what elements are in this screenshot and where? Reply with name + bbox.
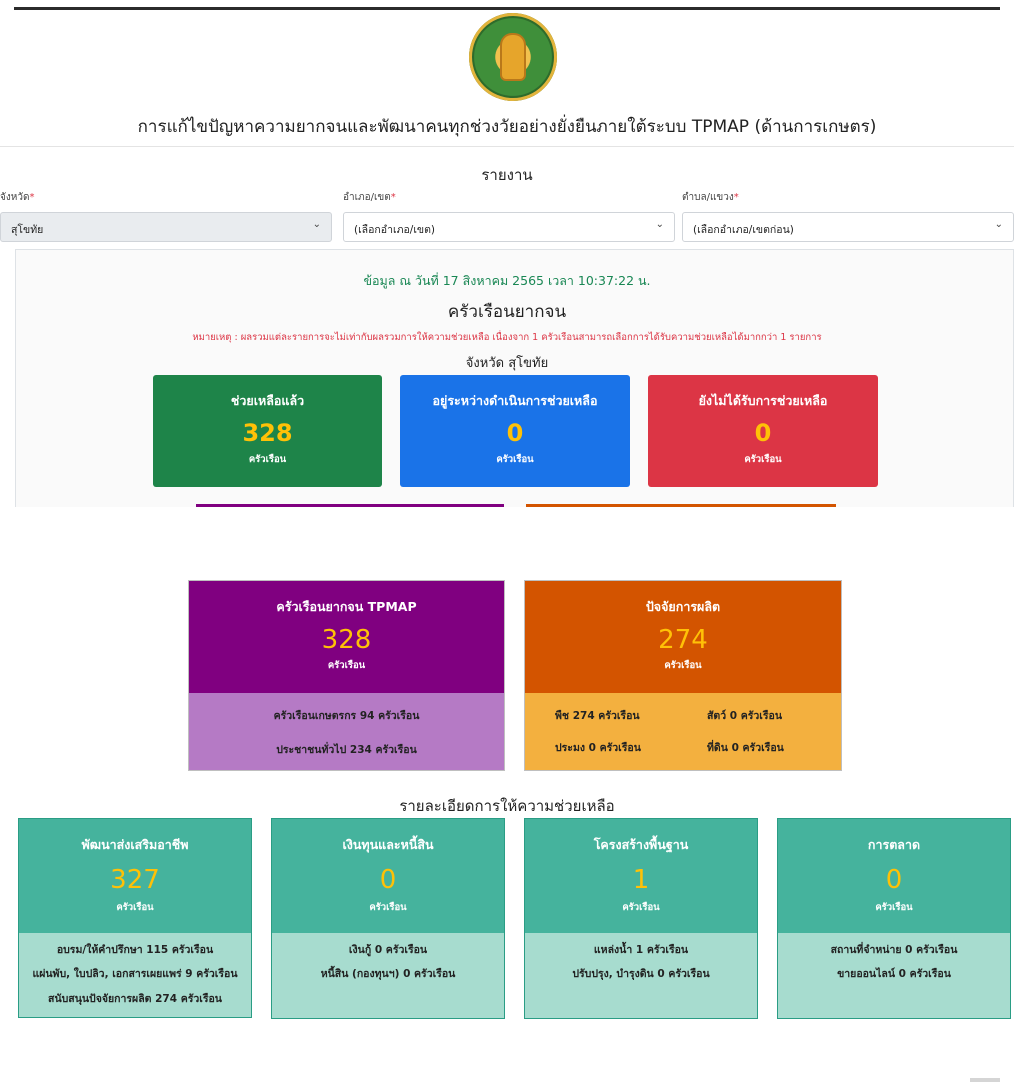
detail-line: แผ่นพับ, ใบปลิว, เอกสารเผยแพร่ 9 ครัวเรื… [32, 968, 238, 981]
production-card[interactable]: ปัจจัยการผลิต 274 ครัวเรือน พืช 274 ครัว… [524, 580, 842, 771]
detail-unit: ครัวเรือน [622, 902, 660, 914]
detail-card-breakdown: อบรม/ให้คำปรึกษา 115 ครัวเรือน แผ่นพับ, … [19, 933, 251, 1017]
tpmap-general-public: ประชาชนทั่วไป 234 ครัวเรือน [276, 744, 417, 756]
chevron-down-icon: ⌄ [312, 219, 321, 230]
stat-card-not-helped[interactable]: ยังไม่ได้รับการช่วยเหลือ 0 ครัวเรือน [648, 375, 878, 487]
subdistrict-select[interactable]: (เลือกอำเภอ/เขตก่อน) ⌄ [682, 212, 1014, 242]
production-value: 274 [658, 625, 708, 655]
detail-card-breakdown: แหล่งน้ำ 1 ครัวเรือน ปรับปรุง, บำรุงดิน … [525, 933, 757, 1018]
detail-card-breakdown: สถานที่จำหน่าย 0 ครัวเรือน ขายออนไลน์ 0 … [778, 933, 1010, 1018]
detail-value: 327 [110, 865, 160, 895]
chevron-down-icon: ⌄ [655, 219, 664, 230]
stat-value: 0 [506, 419, 524, 447]
production-label: ปัจจัยการผลิต [645, 599, 721, 614]
production-card-details: พืช 274 ครัวเรือน สัตว์ 0 ครัวเรือน ประม… [525, 693, 841, 770]
report-title: รายงาน [481, 166, 533, 184]
detail-unit: ครัวเรือน [875, 902, 913, 914]
province-label: จังหวัด* [0, 192, 35, 203]
detail-card-infrastructure[interactable]: โครงสร้างพื้นฐาน 1 ครัวเรือน แหล่งน้ำ 1 … [524, 818, 758, 1019]
detail-label: โครงสร้างพื้นฐาน [593, 837, 689, 852]
chevron-down-icon: ⌄ [994, 219, 1003, 230]
detail-label: การตลาด [867, 837, 921, 852]
detail-unit: ครัวเรือน [369, 902, 407, 914]
detail-unit: ครัวเรือน [116, 902, 154, 914]
ministry-seal-logo [469, 13, 557, 101]
detail-card-career[interactable]: พัฒนาส่งเสริมอาชีพ 327 ครัวเรือน อบรม/ให… [18, 818, 252, 1018]
detail-card-header: การตลาด 0 ครัวเรือน [778, 819, 1010, 933]
detail-value: 1 [632, 865, 650, 895]
detail-value: 0 [379, 865, 397, 895]
province-heading: จังหวัด สุโขทัย [465, 356, 549, 371]
stat-value: 328 [242, 419, 293, 447]
tpmap-value: 328 [321, 625, 372, 655]
production-card-header: ปัจจัยการผลิต 274 ครัวเรือน [525, 581, 841, 693]
stat-label: ยังไม่ได้รับการช่วยเหลือ [698, 393, 828, 408]
tpmap-card-header: ครัวเรือนยากจน TPMAP 328 ครัวเรือน [189, 581, 504, 693]
tpmap-unit: ครัวเรือน [327, 660, 366, 672]
top-border [14, 7, 1000, 10]
tpmap-farmer-households: ครัวเรือนเกษตรกร 94 ครัวเรือน [273, 710, 420, 722]
detail-card-funding-debt[interactable]: เงินทุนและหนี้สิน 0 ครัวเรือน เงินกู้ 0 … [271, 818, 505, 1019]
stat-unit: ครัวเรือน [248, 453, 287, 465]
district-select[interactable]: (เลือกอำเภอ/เขต) ⌄ [343, 212, 675, 242]
poor-households-title: ครัวเรือนยากจน [447, 302, 567, 322]
scroll-indicator [970, 1078, 1000, 1082]
stat-card-in-progress[interactable]: อยู่ระหว่างดำเนินการช่วยเหลือ 0 ครัวเรือ… [400, 375, 630, 487]
detail-line: แหล่งน้ำ 1 ครัวเรือน [593, 944, 689, 956]
stat-value: 0 [754, 419, 772, 447]
detail-line: เงินกู้ 0 ครัวเรือน [348, 944, 428, 956]
province-select-value: สุโขทัย [11, 224, 44, 236]
production-fishery: ประมง 0 ครัวเรือน [555, 742, 641, 754]
stat-label: ช่วยเหลือแล้ว [230, 393, 305, 408]
stat-label: อยู่ระหว่างดำเนินการช่วยเหลือ [432, 393, 598, 408]
header-divider [0, 146, 1014, 147]
tpmap-card[interactable]: ครัวเรือนยากจน TPMAP 328 ครัวเรือน ครัวเ… [188, 580, 505, 771]
detail-line: หนี้สิน (กองทุนฯ) 0 ครัวเรือน [320, 968, 456, 981]
tpmap-card-details: ครัวเรือนเกษตรกร 94 ครัวเรือน ประชาชนทั่… [189, 693, 504, 770]
remark-note: หมายเหตุ : ผลรวมแต่ละรายการจะไม่เท่ากับผ… [192, 332, 822, 343]
page-title: การแก้ไขปัญหาความยากจนและพัฒนาคนทุกช่วงว… [137, 117, 877, 137]
detail-line: สนับสนุนปัจจัยการผลิต 274 ครัวเรือน [48, 992, 222, 1005]
assistance-details-title: รายละเอียดการให้ความช่วยเหลือ [399, 797, 615, 815]
subdistrict-label: ตำบล/แขวง* [682, 192, 739, 203]
detail-line: อบรม/ให้คำปรึกษา 115 ครัวเรือน [56, 944, 214, 956]
detail-card-marketing[interactable]: การตลาด 0 ครัวเรือน สถานที่จำหน่าย 0 ครั… [777, 818, 1011, 1019]
detail-card-header: เงินทุนและหนี้สิน 0 ครัวเรือน [272, 819, 504, 933]
detail-label: พัฒนาส่งเสริมอาชีพ [81, 837, 189, 852]
production-card-edge [526, 504, 836, 507]
detail-label: เงินทุนและหนี้สิน [342, 837, 434, 852]
production-land: ที่ดิน 0 ครัวเรือน [707, 742, 784, 754]
detail-line: ขายออนไลน์ 0 ครัวเรือน [837, 968, 951, 981]
district-select-value: (เลือกอำเภอ/เขต) [354, 224, 436, 236]
detail-line: สถานที่จำหน่าย 0 ครัวเรือน [830, 944, 958, 956]
stat-card-helped[interactable]: ช่วยเหลือแล้ว 328 ครัวเรือน [153, 375, 382, 487]
subdistrict-select-value: (เลือกอำเภอ/เขตก่อน) [693, 224, 794, 236]
tpmap-card-edge [196, 504, 504, 507]
stat-unit: ครัวเรือน [744, 453, 782, 465]
stat-unit: ครัวเรือน [496, 453, 534, 465]
province-select[interactable]: สุโขทัย ⌄ [0, 212, 332, 242]
district-label: อำเภอ/เขต* [343, 192, 396, 203]
tpmap-label: ครัวเรือนยากจน TPMAP [276, 599, 417, 614]
detail-value: 0 [885, 865, 903, 895]
data-timestamp: ข้อมูล ณ วันที่ 17 สิงหาคม 2565 เวลา 10:… [363, 273, 651, 288]
production-unit: ครัวเรือน [664, 660, 702, 672]
detail-line: ปรับปรุง, บำรุงดิน 0 ครัวเรือน [572, 968, 710, 981]
detail-card-header: โครงสร้างพื้นฐาน 1 ครัวเรือน [525, 819, 757, 933]
detail-card-breakdown: เงินกู้ 0 ครัวเรือน หนี้สิน (กองทุนฯ) 0 … [272, 933, 504, 1018]
production-crops: พืช 274 ครัวเรือน [555, 710, 640, 722]
production-livestock: สัตว์ 0 ครัวเรือน [707, 710, 783, 722]
detail-card-header: พัฒนาส่งเสริมอาชีพ 327 ครัวเรือน [19, 819, 251, 933]
